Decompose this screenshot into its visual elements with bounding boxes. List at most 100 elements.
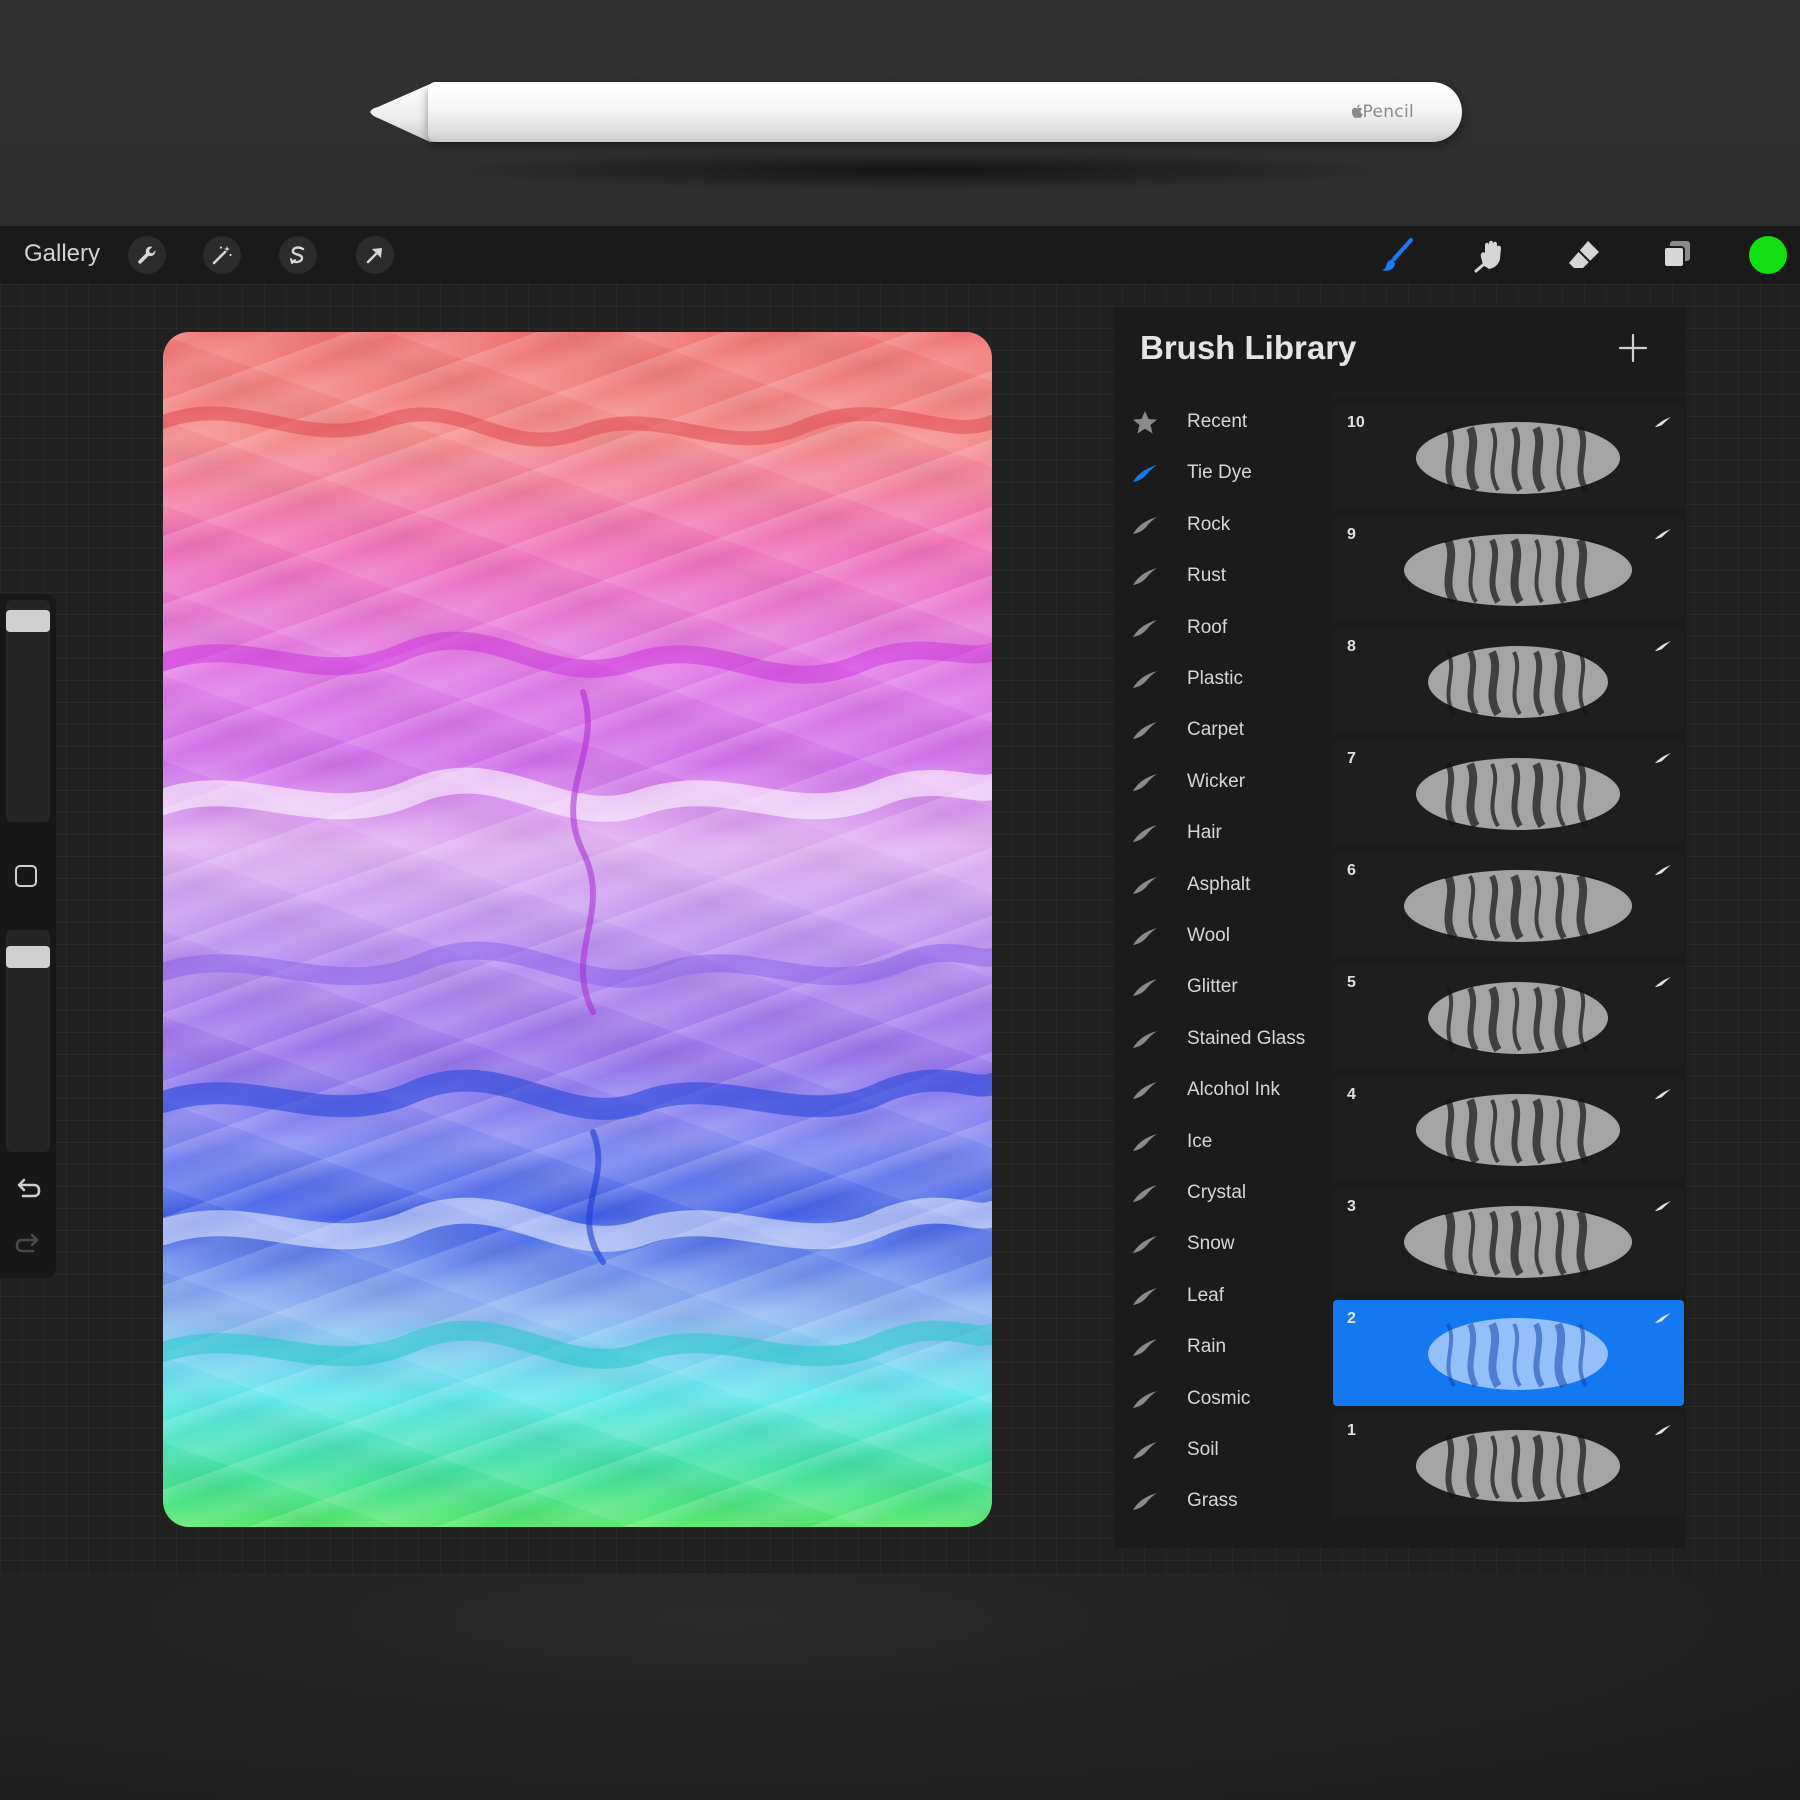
brush-stroke-icon bbox=[1655, 865, 1671, 875]
brush-item[interactable]: 4 bbox=[1333, 1076, 1684, 1182]
brush-item[interactable]: 1 bbox=[1333, 1412, 1684, 1518]
brush-set-item[interactable]: Recent bbox=[1114, 397, 1334, 448]
brush-set-item[interactable]: Rain bbox=[1114, 1322, 1334, 1373]
brush-set-item[interactable]: Carpet bbox=[1114, 705, 1334, 756]
star-icon bbox=[1133, 411, 1157, 434]
color-picker-button[interactable] bbox=[1749, 236, 1787, 274]
brush-stroke-icon bbox=[1133, 568, 1157, 586]
selection-icon bbox=[290, 246, 305, 264]
brush-set-item[interactable]: Wicker bbox=[1114, 757, 1334, 808]
brush-name: 9 bbox=[1347, 526, 1356, 543]
brush-name: 4 bbox=[1347, 1086, 1356, 1103]
brush-set-label: Wool bbox=[1187, 925, 1230, 946]
brush-set-label: Roof bbox=[1187, 616, 1228, 638]
brush-stroke-icon bbox=[1655, 1089, 1671, 1099]
brush-set-item[interactable]: Cosmic bbox=[1114, 1374, 1334, 1425]
brush-set-label: Wicker bbox=[1187, 770, 1246, 792]
brush-stroke-preview bbox=[1428, 982, 1608, 1054]
brush-name: 3 bbox=[1347, 1198, 1356, 1215]
brush-stroke-icon bbox=[1133, 722, 1157, 740]
brush-set-label: Rust bbox=[1187, 565, 1227, 587]
brush-size-slider[interactable] bbox=[6, 600, 50, 822]
brush-name: 8 bbox=[1347, 638, 1356, 655]
brush-set-item[interactable]: Leaf bbox=[1114, 1271, 1334, 1322]
brush-set-item[interactable]: Asphalt bbox=[1114, 860, 1334, 911]
brush-stroke-icon bbox=[1655, 1313, 1671, 1323]
brush-stroke-preview bbox=[1416, 1094, 1620, 1166]
brush-item[interactable]: 6 bbox=[1333, 852, 1684, 958]
brush-stroke-icon bbox=[1655, 529, 1671, 539]
brush-set-item[interactable]: Hair bbox=[1114, 808, 1334, 859]
brush-stroke-preview bbox=[1404, 534, 1632, 606]
brush-item[interactable]: 5 bbox=[1333, 964, 1684, 1070]
brush-set-item[interactable]: Roof bbox=[1114, 603, 1334, 654]
brush-stroke-icon bbox=[1133, 1287, 1157, 1305]
brush-stroke-icon bbox=[1133, 1442, 1157, 1459]
eraser-icon bbox=[1569, 241, 1599, 268]
paint-tool-button[interactable] bbox=[1377, 234, 1419, 276]
brush-stroke-icon bbox=[1133, 1082, 1157, 1100]
brush-stroke-icon bbox=[1133, 825, 1157, 843]
transform-button[interactable] bbox=[356, 236, 394, 274]
brush-set-item[interactable]: Snow bbox=[1114, 1219, 1334, 1270]
brush-set-label: Rock bbox=[1187, 513, 1231, 535]
brush-set-item[interactable]: Rock bbox=[1114, 500, 1334, 551]
brush-stroke-icon bbox=[1133, 773, 1157, 791]
modify-button[interactable] bbox=[15, 865, 37, 887]
brush-set-item[interactable]: Crystal bbox=[1114, 1168, 1334, 1219]
layers-button[interactable] bbox=[1656, 234, 1698, 276]
brush-stroke-icon bbox=[1133, 928, 1157, 945]
brush-set-item[interactable]: Ice bbox=[1114, 1117, 1334, 1168]
brush-set-item[interactable]: Soil bbox=[1114, 1425, 1334, 1476]
brush-stroke-icon bbox=[1133, 979, 1157, 997]
top-toolbar: Gallery bbox=[0, 226, 1800, 284]
brush-set-item[interactable]: Rust bbox=[1114, 551, 1334, 602]
plus-icon[interactable] bbox=[1616, 331, 1650, 365]
brush-item[interactable]: 8 bbox=[1333, 628, 1684, 734]
opacity-thumb[interactable] bbox=[6, 946, 50, 968]
brush-item[interactable]: 9 bbox=[1333, 516, 1684, 622]
pencil-tip bbox=[370, 84, 434, 142]
brush-stroke-icon bbox=[1655, 753, 1671, 763]
adjustments-button[interactable] bbox=[203, 236, 241, 274]
brush-item[interactable]: 3 bbox=[1333, 1188, 1684, 1294]
brush-set-item[interactable]: Tie Dye bbox=[1114, 448, 1334, 499]
layers-icon bbox=[1663, 241, 1690, 268]
brush-set-label: Cosmic bbox=[1187, 1387, 1251, 1409]
smudge-tool-button[interactable] bbox=[1470, 234, 1512, 276]
brush-stroke-icon bbox=[1133, 619, 1157, 637]
brush-stroke-preview bbox=[1416, 1430, 1620, 1502]
brush-set-item[interactable]: Grass bbox=[1114, 1476, 1334, 1527]
actions-button[interactable] bbox=[128, 236, 166, 274]
artwork-canvas[interactable] bbox=[163, 332, 992, 1527]
brush-name: 7 bbox=[1347, 750, 1356, 767]
brush-set-item[interactable]: Plastic bbox=[1114, 654, 1334, 705]
brush-stroke-icon bbox=[1133, 465, 1157, 483]
brush-set-label: Leaf bbox=[1187, 1284, 1224, 1306]
brush-set-label: Rain bbox=[1187, 1336, 1227, 1358]
brush-set-item[interactable]: Alcohol Ink bbox=[1114, 1065, 1334, 1116]
brush-set-label: Recent bbox=[1187, 411, 1248, 432]
brush-set-label: Snow bbox=[1187, 1233, 1235, 1255]
gallery-button[interactable]: Gallery bbox=[24, 240, 100, 268]
brush-item[interactable] bbox=[1333, 392, 1684, 398]
eraser-tool-button[interactable] bbox=[1563, 234, 1605, 276]
undo-icon[interactable] bbox=[14, 1176, 42, 1200]
pencil-shadow bbox=[440, 150, 1400, 190]
brush-item[interactable]: 7 bbox=[1333, 740, 1684, 846]
brush-size-thumb[interactable] bbox=[6, 610, 50, 632]
brush-set-item[interactable]: Stained Glass bbox=[1114, 1014, 1334, 1065]
brush-item[interactable]: 10 bbox=[1333, 404, 1684, 510]
redo-icon[interactable] bbox=[14, 1231, 42, 1255]
brush-stroke-icon bbox=[1133, 1339, 1157, 1357]
magic-wand-icon bbox=[212, 246, 232, 265]
brush-set-item[interactable]: Wool bbox=[1114, 911, 1334, 962]
paintbrush-icon bbox=[1382, 238, 1413, 271]
brush-library-panel: Brush Library Recent Tie Dye Rock Rust Roof P… bbox=[1114, 307, 1686, 1548]
brush-stroke-icon bbox=[1133, 516, 1157, 534]
brush-item[interactable]: 2 bbox=[1333, 1300, 1684, 1406]
brush-stroke-icon bbox=[1655, 417, 1671, 427]
brush-set-item[interactable]: Glitter bbox=[1114, 962, 1334, 1013]
pencil-label-text: Pencil bbox=[1362, 102, 1414, 122]
selection-button[interactable] bbox=[279, 236, 317, 274]
